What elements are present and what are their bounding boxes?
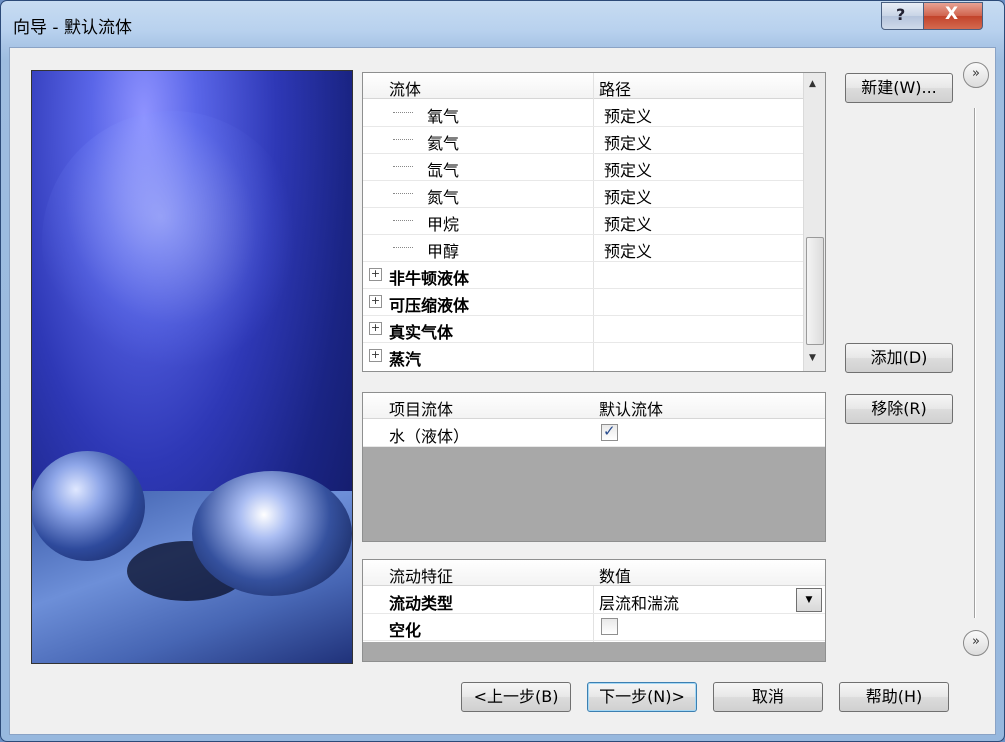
next-button[interactable]: 下一步(N)>	[587, 682, 697, 712]
fluids-scrollbar[interactable]: ▲ ▼	[803, 73, 825, 371]
expand-panel-icon-bottom[interactable]: »	[963, 630, 989, 656]
remove-button[interactable]: 移除(R)	[845, 394, 953, 424]
cavitation-row[interactable]: 空化	[363, 613, 825, 641]
group-row-real-gas[interactable]: + 真实气体	[363, 315, 803, 343]
fluids-table: 流体 路径 氧气 预定义 氦气 预定义 氙气 预定义 氮气 预定义 甲烷 预定义…	[362, 72, 826, 372]
expand-icon[interactable]: +	[369, 349, 382, 362]
window-title: 向导 - 默认流体	[13, 18, 132, 38]
default-fluid-checkbox[interactable]: ✓	[601, 422, 618, 441]
scroll-thumb[interactable]	[806, 237, 824, 345]
group-row-compressible-liquid[interactable]: + 可压缩液体	[363, 288, 803, 316]
scroll-up-icon[interactable]: ▲	[809, 79, 816, 89]
wizard-window: 向导 - 默认流体 ? X 流体 路径 氧气 预定义 氦气 预定义 氙气 预定义…	[0, 0, 1005, 742]
fluid-row-xenon[interactable]: 氙气 预定义	[363, 153, 803, 181]
flow-type-select[interactable]: 层流和湍流	[599, 590, 679, 614]
help-button[interactable]: 帮助(H)	[839, 682, 949, 712]
group-row-non-newtonian[interactable]: + 非牛顿液体	[363, 261, 803, 289]
help-title-button[interactable]: ?	[881, 2, 925, 30]
title-bar: 向导 - 默认流体 ? X	[1, 1, 1004, 47]
back-button[interactable]: <上一步(B)	[461, 682, 571, 712]
panel-divider	[974, 108, 975, 618]
dialog-client-area: 流体 路径 氧气 预定义 氦气 预定义 氙气 预定义 氮气 预定义 甲烷 预定义…	[9, 47, 996, 735]
expand-panel-icon[interactable]: »	[963, 62, 989, 88]
fluid-row-helium[interactable]: 氦气 预定义	[363, 126, 803, 154]
add-button[interactable]: 添加(D)	[845, 343, 953, 373]
flow-properties-header: 流动特征 数值	[363, 560, 825, 586]
expand-icon[interactable]: +	[369, 322, 382, 335]
project-fluids-table: 项目流体 默认流体 水（液体） ✓	[362, 392, 826, 542]
cavitation-checkbox[interactable]	[601, 618, 618, 635]
project-fluids-header: 项目流体 默认流体	[363, 393, 825, 419]
fluid-row-nitrogen[interactable]: 氮气 预定义	[363, 180, 803, 208]
flow-properties-table: 流动特征 数值 流动类型 层流和湍流 ▼ 空化	[362, 559, 826, 662]
water-drops-image	[31, 70, 353, 664]
fluid-row-methanol[interactable]: 甲醇 预定义	[363, 234, 803, 262]
fluids-table-header: 流体 路径	[363, 73, 803, 99]
column-header-path[interactable]: 路径	[599, 76, 631, 100]
group-row-steam[interactable]: + 蒸汽	[363, 342, 803, 369]
new-fluid-button[interactable]: 新建(W)...	[845, 73, 953, 103]
fluid-row-oxygen[interactable]: 氧气 预定义	[363, 99, 803, 127]
chevron-down-icon[interactable]: ▼	[796, 588, 822, 612]
flow-type-row[interactable]: 流动类型 层流和湍流 ▼	[363, 586, 825, 614]
expand-icon[interactable]: +	[369, 295, 382, 308]
column-header-fluid[interactable]: 流体	[389, 76, 421, 100]
cancel-button[interactable]: 取消	[713, 682, 823, 712]
close-icon: X	[945, 4, 959, 24]
close-button[interactable]: X	[923, 2, 983, 30]
flow-properties-empty-area	[363, 642, 825, 661]
expand-icon[interactable]: +	[369, 268, 382, 281]
project-fluid-row-water[interactable]: 水（液体） ✓	[363, 419, 825, 447]
help-icon: ?	[896, 5, 906, 24]
scroll-down-icon[interactable]: ▼	[809, 353, 816, 363]
project-fluids-empty-area	[363, 447, 825, 541]
fluid-row-methane[interactable]: 甲烷 预定义	[363, 207, 803, 235]
